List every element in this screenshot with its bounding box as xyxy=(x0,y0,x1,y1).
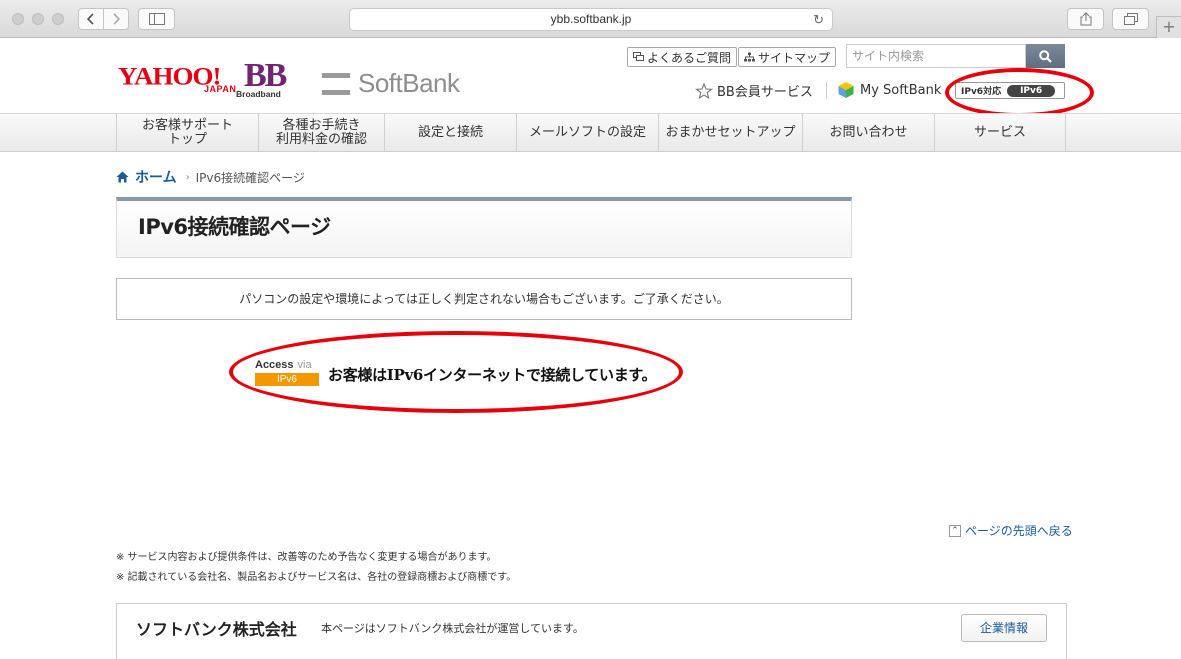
broadband-text: Broadband xyxy=(236,89,281,99)
breadcrumb-separator-icon: › xyxy=(185,171,190,183)
yahoo-japan-text: JAPAN xyxy=(204,84,237,94)
page-title-box: IPv6接続確認ページ xyxy=(116,197,852,258)
bb-member-label: BB会員サービス xyxy=(717,85,813,100)
home-icon xyxy=(116,171,129,183)
search-icon xyxy=(1039,49,1052,63)
global-nav: お客様サポート トップ 各種お手続き 利用料金の確認 設定と接続 メールソフトの設定… xyxy=(0,113,1181,152)
chat-bubbles-icon xyxy=(633,52,644,61)
sidebar-toggle-button[interactable] xyxy=(138,8,175,30)
access-ipv6-pill: IPv6 xyxy=(255,373,319,386)
ipv6-ready-label: IPv6対応 xyxy=(961,87,1002,97)
nav-auto-setup[interactable]: おまかせセットアップ xyxy=(658,114,802,152)
address-bar[interactable]: ybb.softbank.jp ↻ xyxy=(349,8,833,31)
site-search-input[interactable]: サイト内検索 xyxy=(846,44,1026,68)
notice-box: パソコンの設定や環境によっては正しく判定されない場合もございます。ご了承ください… xyxy=(116,278,852,320)
sitemap-button[interactable]: サイトマップ xyxy=(738,47,837,67)
header-divider xyxy=(826,82,827,99)
mysoftbank-link[interactable]: My SoftBank xyxy=(837,81,941,99)
nav-mail-settings[interactable]: メールソフトの設定 xyxy=(516,114,658,152)
faq-label: よくあるご質問 xyxy=(647,50,732,65)
zoom-window-button[interactable] xyxy=(52,13,64,25)
softbank-logo-text: SoftBank xyxy=(358,68,460,98)
url-text: ybb.softbank.jp xyxy=(550,12,632,26)
bb-logo-text: BB xyxy=(244,57,287,94)
reload-icon[interactable]: ↻ xyxy=(813,12,824,27)
tabs-overview-button[interactable] xyxy=(1112,8,1149,30)
footer-company-box: ソフトバンク株式会社 本ページはソフトバンク株式会社が運営しています。 企業情報 xyxy=(116,603,1067,659)
footnote-trademark: ※ 記載されている会社名、製品名およびサービス名は、各社の登録商標および商標です… xyxy=(116,572,517,583)
back-to-top-label: ページの先頭へ戻る xyxy=(965,524,1073,538)
nav-settings-connection[interactable]: 設定と接続 xyxy=(384,114,516,152)
nav-support-top[interactable]: お客様サポート トップ xyxy=(116,114,258,152)
minimize-window-button[interactable] xyxy=(32,13,44,25)
mysoftbank-label: My SoftBank xyxy=(860,82,942,98)
share-button[interactable] xyxy=(1067,8,1104,30)
notice-text: パソコンの設定や環境によっては正しく判定されない場合もございます。ご了承ください… xyxy=(239,292,729,306)
sidebar-icon xyxy=(148,13,165,25)
chevron-right-icon xyxy=(113,13,120,25)
footer-description: 本ページはソフトバンク株式会社が運営しています。 xyxy=(321,622,584,635)
sitemap-label: サイトマップ xyxy=(758,50,831,65)
ipv6-ready-badge[interactable]: IPv6対応 IPv6 xyxy=(955,82,1065,99)
nav-procedures[interactable]: 各種お手続き 利用料金の確認 xyxy=(258,114,384,152)
sitemap-icon xyxy=(744,52,755,62)
close-window-button[interactable] xyxy=(12,13,24,25)
cube-icon xyxy=(838,82,854,98)
corporate-info-button[interactable]: 企業情報 xyxy=(961,614,1047,642)
access-label: Access xyxy=(255,359,294,371)
faq-button[interactable]: よくあるご質問 xyxy=(627,47,738,67)
breadcrumb-current: IPv6接続確認ページ xyxy=(195,170,305,185)
back-to-top-link[interactable]: ⌃ ページの先頭へ戻る xyxy=(949,522,1073,539)
ipv6-result-text: お客様はIPv6インターネットで接続しています。 xyxy=(328,366,657,384)
page-title: IPv6接続確認ページ xyxy=(138,215,331,239)
share-icon xyxy=(1080,12,1091,26)
yahoo-bb-logo[interactable]: YAHOO! JAPAN BB Broadband xyxy=(118,59,287,100)
nav-services[interactable]: サービス xyxy=(934,114,1066,152)
access-via-label: via xyxy=(297,359,312,371)
star-icon xyxy=(695,82,713,99)
breadcrumb: ホーム › IPv6接続確認ページ xyxy=(116,167,305,187)
bb-member-service-link[interactable]: BB会員サービス xyxy=(695,81,813,100)
search-button[interactable] xyxy=(1026,44,1065,68)
ipv6-pill-label: IPv6 xyxy=(1007,84,1056,97)
softbank-logo[interactable]: SoftBank xyxy=(322,68,460,99)
softbank-bars-icon xyxy=(322,72,350,95)
new-tab-button[interactable]: + xyxy=(1156,16,1181,38)
breadcrumb-home-link[interactable]: ホーム xyxy=(135,167,177,187)
tabs-icon xyxy=(1123,13,1138,25)
arrow-up-icon: ⌃ xyxy=(949,524,961,537)
browser-toolbar: ybb.softbank.jp ↻ + xyxy=(0,0,1181,38)
footnote-service: ※ サービス内容および提供条件は、改善等のため予告なく変更する場合があります。 xyxy=(116,552,497,563)
nav-contact[interactable]: お問い合わせ xyxy=(802,114,934,152)
back-button[interactable] xyxy=(78,8,104,30)
forward-button[interactable] xyxy=(103,8,129,30)
footer-company-name: ソフトバンク株式会社 xyxy=(136,620,297,639)
chevron-left-icon xyxy=(87,13,94,25)
access-via-ipv6-badge: Access via IPv6 xyxy=(255,360,319,386)
